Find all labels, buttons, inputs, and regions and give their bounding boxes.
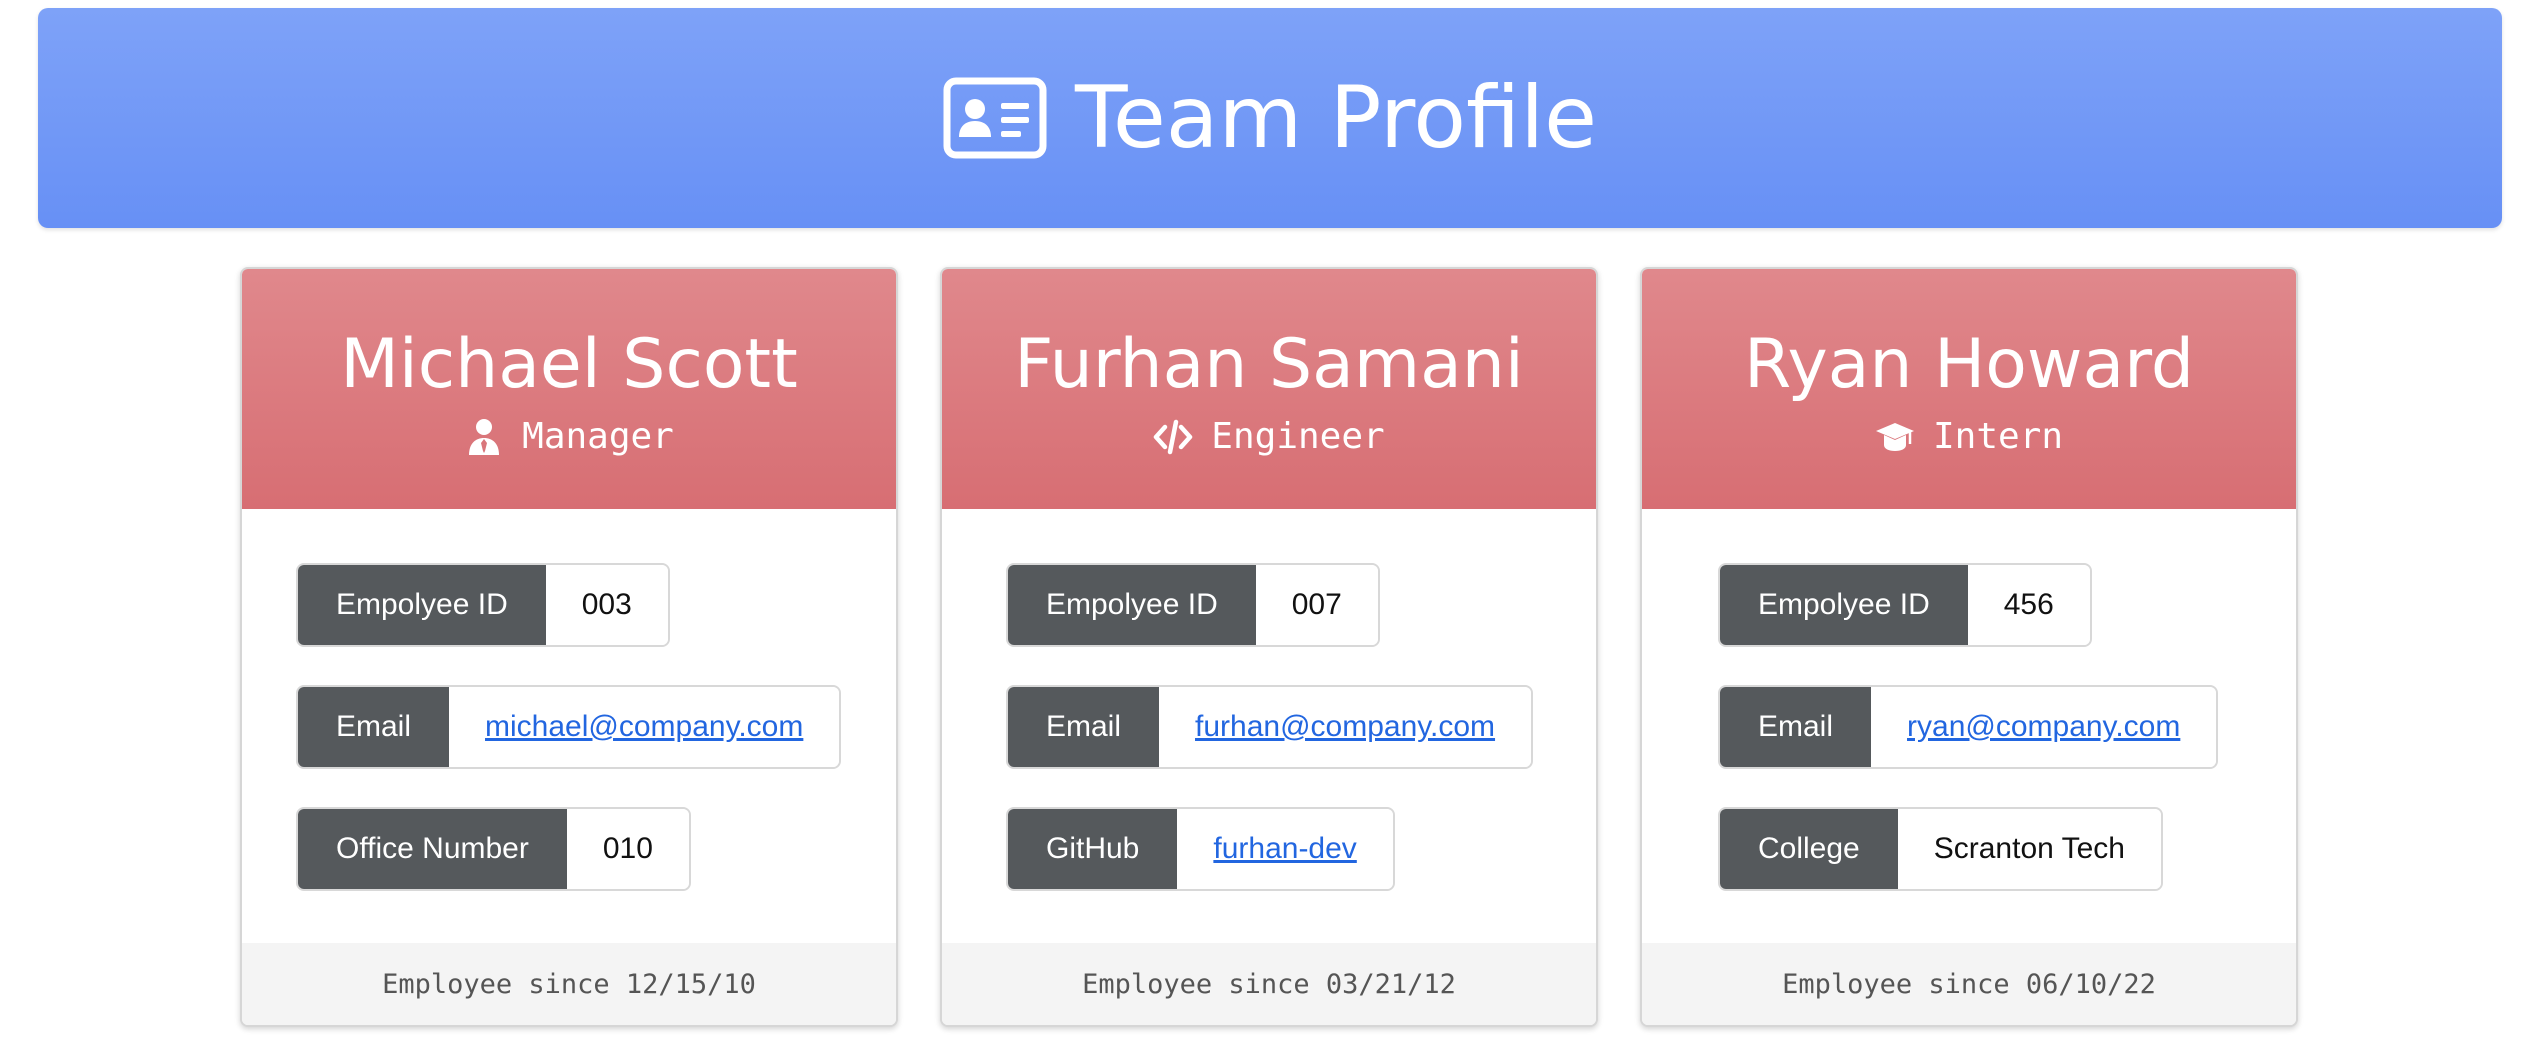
- field-value: michael@company.com: [449, 687, 840, 767]
- field-label: Empolyee ID: [1720, 565, 1968, 645]
- role-label: Intern: [1932, 416, 2064, 457]
- employee-name: Michael Scott: [340, 325, 798, 404]
- field-label: Email: [1008, 687, 1160, 767]
- card-footer: Employee since 03/21/12: [942, 943, 1596, 1025]
- field-label: GitHub: [1008, 809, 1178, 889]
- email-link[interactable]: michael@company.com: [485, 710, 803, 744]
- field-value: furhan@company.com: [1159, 687, 1532, 767]
- github-link[interactable]: furhan-dev: [1213, 832, 1356, 866]
- employee-role: Manager: [242, 417, 896, 457]
- field-label: Empolyee ID: [298, 565, 546, 645]
- card-header: Furhan Samani Engineer: [942, 269, 1596, 509]
- employee-card-manager: Michael Scott Manager Empolyee ID 003 Em…: [240, 267, 898, 1027]
- office-number-field: Office Number 010: [296, 807, 691, 891]
- graduation-cap-icon: [1875, 423, 1914, 451]
- card-body: Empolyee ID 003 Email michael@company.co…: [242, 509, 896, 945]
- field-label: Email: [1720, 687, 1872, 767]
- field-value: Scranton Tech: [1897, 809, 2161, 889]
- card-footer: Employee since 06/10/22: [1642, 943, 2296, 1025]
- github-field: GitHub furhan-dev: [1006, 807, 1395, 891]
- page-header: Team Profile: [38, 8, 2502, 228]
- id-card-icon: [943, 77, 1047, 159]
- field-value: 010: [566, 809, 689, 889]
- field-value: 007: [1255, 565, 1378, 645]
- page-title: Team Profile: [1074, 68, 1598, 168]
- field-label: College: [1720, 809, 1898, 889]
- field-value: 003: [545, 565, 668, 645]
- card-header: Ryan Howard Intern: [1642, 269, 2296, 509]
- email-field: Email furhan@company.com: [1006, 685, 1534, 769]
- team-cards: Michael Scott Manager Empolyee ID 003 Em…: [240, 267, 2300, 1027]
- field-value: furhan-dev: [1177, 809, 1393, 889]
- email-link[interactable]: furhan@company.com: [1195, 710, 1495, 744]
- header-content: Team Profile: [943, 75, 1597, 161]
- email-field: Email michael@company.com: [296, 685, 842, 769]
- email-link[interactable]: ryan@company.com: [1907, 710, 2180, 744]
- employee-card-intern: Ryan Howard Intern Empolyee ID 456 Email…: [1640, 267, 2298, 1027]
- employee-name: Furhan Samani: [1014, 325, 1524, 404]
- employee-id-field: Empolyee ID 456: [1718, 563, 2092, 647]
- field-label: Email: [298, 687, 450, 767]
- role-label: Engineer: [1211, 416, 1385, 457]
- field-label: Empolyee ID: [1008, 565, 1256, 645]
- field-label: Office Number: [298, 809, 567, 889]
- employee-name: Ryan Howard: [1743, 325, 2195, 404]
- card-body: Empolyee ID 007 Email furhan@company.com…: [942, 509, 1596, 945]
- code-icon: [1154, 419, 1193, 455]
- card-body: Empolyee ID 456 Email ryan@company.com C…: [1642, 509, 2296, 945]
- card-header: Michael Scott Manager: [242, 269, 896, 509]
- field-value: ryan@company.com: [1871, 687, 2217, 767]
- email-field: Email ryan@company.com: [1718, 685, 2219, 769]
- college-field: College Scranton Tech: [1718, 807, 2163, 891]
- employee-role: Intern: [1642, 417, 2296, 457]
- employee-id-field: Empolyee ID 007: [1006, 563, 1380, 647]
- card-footer: Employee since 12/15/10: [242, 943, 896, 1025]
- employee-role: Engineer: [942, 417, 1596, 457]
- employee-id-field: Empolyee ID 003: [296, 563, 670, 647]
- field-value: 456: [1967, 565, 2090, 645]
- employee-card-engineer: Furhan Samani Engineer Empolyee ID 007 E…: [940, 267, 1598, 1027]
- role-label: Manager: [522, 416, 674, 457]
- person-tie-icon: [469, 419, 500, 455]
